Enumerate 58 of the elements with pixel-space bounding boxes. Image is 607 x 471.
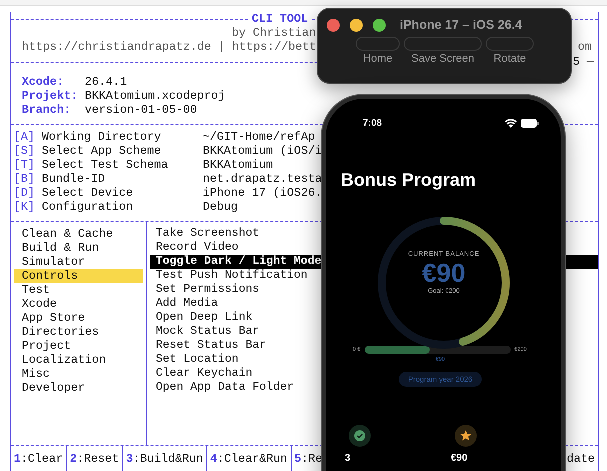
- stat-value: €90: [451, 453, 468, 464]
- settings-row[interactable]: [K] Configuration Debug: [14, 200, 238, 214]
- settings-row[interactable]: [T] Select Test Schema BKKAtomium: [14, 158, 274, 172]
- window-title: iPhone 17 – iOS 26.4: [400, 18, 522, 32]
- action-item[interactable]: Toggle Dark / Light Mode: [150, 255, 322, 269]
- action-item[interactable]: Clear Keychain: [150, 367, 253, 381]
- category-item[interactable]: Controls: [14, 269, 143, 283]
- category-item[interactable]: App Store: [14, 311, 143, 325]
- shortcut-key[interactable]: 4:Clear&Run: [207, 446, 292, 471]
- action-item[interactable]: Add Media: [150, 297, 218, 311]
- info-value: BKKAtomium.xcodeproj: [85, 89, 226, 103]
- action-item[interactable]: Take Screenshot: [150, 227, 260, 241]
- shortcut-key[interactable]: 2:Reset: [67, 446, 124, 471]
- author-text: by Christian: [232, 26, 316, 40]
- category-item[interactable]: Project: [14, 339, 143, 353]
- wifi-icon: [505, 119, 517, 128]
- screen-title: Bonus Program: [340, 169, 478, 191]
- stat-value: 3: [345, 453, 351, 464]
- settings-row[interactable]: [B] Bundle-ID net.drapatz.testa: [14, 172, 322, 186]
- action-item[interactable]: Reset Status Bar: [150, 339, 266, 353]
- category-item[interactable]: Directories: [14, 325, 143, 339]
- minimize-button[interactable]: [350, 18, 363, 32]
- balance-value: €90: [422, 258, 466, 288]
- category-item[interactable]: Test: [14, 283, 143, 297]
- action-item[interactable]: Set Permissions: [150, 283, 260, 297]
- settings-row[interactable]: [S] Select App Scheme BKKAtomium (iOS/i: [14, 144, 322, 158]
- action-item[interactable]: Record Video: [150, 241, 239, 255]
- info-label: Branch:: [22, 103, 72, 117]
- shortcut-key[interactable]: 3:Build&Run: [123, 446, 208, 471]
- info-value: 26.4.1: [85, 75, 128, 89]
- action-item[interactable]: Open Deep Link: [150, 311, 253, 325]
- info-value: version-01-05-00: [85, 103, 198, 117]
- app-title: CLI TOOL: [251, 12, 310, 26]
- action-item[interactable]: Set Location: [150, 353, 239, 367]
- shortcut-tail: date: [566, 452, 596, 466]
- header-tail: 5 —: [572, 55, 594, 69]
- close-button[interactable]: [327, 18, 340, 32]
- category-item[interactable]: Developer: [14, 381, 143, 395]
- settings-row[interactable]: [D] Select Device iPhone 17 (iOS26.: [14, 186, 322, 200]
- category-item[interactable]: Localization: [14, 353, 143, 367]
- info-label: Projekt:: [22, 89, 79, 103]
- battery-icon: [521, 119, 539, 128]
- info-label: Xcode:: [22, 75, 66, 89]
- links-text: https://christiandrapatz.de | https://bett: [22, 40, 317, 54]
- action-item[interactable]: Open App Data Folder: [150, 381, 294, 395]
- zoom-button[interactable]: [373, 18, 386, 32]
- category-item[interactable]: Clean & Cache: [14, 227, 143, 241]
- check-badge-icon: [349, 425, 371, 447]
- category-item[interactable]: Simulator: [14, 255, 143, 269]
- action-item[interactable]: Test Push Notification: [150, 269, 308, 283]
- category-item[interactable]: Misc: [14, 367, 143, 381]
- links-tail: om: [578, 40, 592, 54]
- settings-row[interactable]: [A] Working Directory ~/GIT-Home/refAp: [14, 130, 316, 144]
- shortcut-key[interactable]: 1:Clear: [11, 446, 68, 471]
- status-time: 7:08: [363, 118, 384, 129]
- action-item[interactable]: Mock Status Bar: [150, 325, 260, 339]
- category-item[interactable]: Build & Run: [14, 241, 143, 255]
- category-item[interactable]: Xcode: [14, 297, 143, 311]
